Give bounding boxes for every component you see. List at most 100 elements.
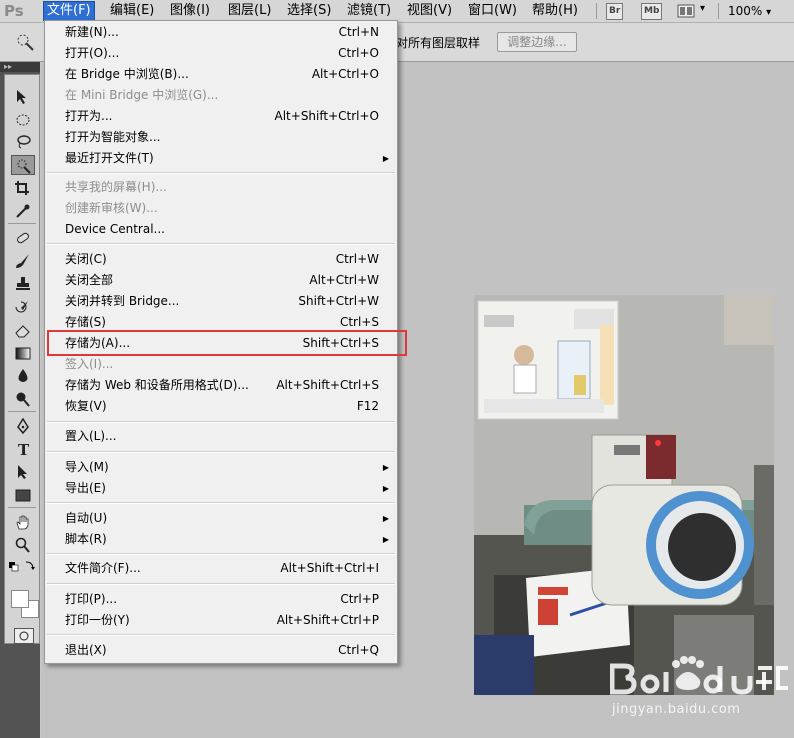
menu-separator	[47, 172, 395, 174]
healing-brush-tool[interactable]	[11, 228, 35, 248]
submenu-arrow-icon: ▶	[382, 154, 389, 163]
menu-filter[interactable]: 滤镜(T)	[344, 2, 394, 20]
tools-container: T	[4, 74, 40, 644]
tool-divider	[8, 507, 36, 508]
pen-tool[interactable]	[11, 416, 35, 436]
menu-item-label: 置入(L)...	[65, 429, 117, 443]
dodge-tool[interactable]	[11, 389, 35, 409]
gradient-tool[interactable]	[11, 343, 35, 363]
photoshop-logo: Ps	[4, 2, 24, 20]
marquee-tool[interactable]	[11, 110, 35, 130]
eyedropper-tool[interactable]	[11, 201, 35, 221]
clone-stamp-tool[interactable]	[11, 274, 35, 294]
menu-item-file-info[interactable]: 文件简介(F)... Alt+Shift+Ctrl+I	[45, 558, 397, 579]
menu-item-close-go-bridge[interactable]: 关闭并转到 Bridge... Shift+Ctrl+W	[45, 291, 397, 312]
rectangle-shape-icon	[15, 489, 31, 502]
menu-file[interactable]: 文件(F)	[43, 1, 95, 21]
mini-bridge-button[interactable]: Mb	[641, 3, 663, 20]
menu-item-label: 最近打开文件(T)	[65, 151, 154, 165]
menu-item-shortcut: F12	[356, 399, 379, 413]
menu-item-label: 签入(I)...	[65, 357, 114, 371]
menu-image[interactable]: 图像(I)	[167, 2, 213, 20]
menu-item-label: 在 Bridge 中浏览(B)...	[65, 67, 189, 81]
menu-select[interactable]: 选择(S)	[284, 2, 334, 20]
eraser-tool[interactable]	[11, 320, 35, 340]
color-swap-controls[interactable]	[7, 560, 37, 574]
arrange-documents-icon	[677, 4, 695, 18]
quick-selection-tool-preset[interactable]	[14, 31, 36, 53]
history-brush-icon	[15, 301, 28, 313]
save-as-highlight-box	[47, 330, 407, 356]
default-colors-icon	[9, 561, 35, 572]
document-image	[474, 295, 774, 695]
menu-item-open-recent[interactable]: 最近打开文件(T) ▶	[45, 148, 397, 169]
sample-all-layers-label[interactable]: 对所有图层取样	[396, 34, 480, 51]
menu-item-place[interactable]: 置入(L)...	[45, 426, 397, 447]
menu-layer[interactable]: 图层(L)	[225, 2, 274, 20]
tools-panel-collapse[interactable]: ▸▸	[0, 62, 40, 72]
baidu-logo	[609, 656, 788, 695]
menu-item-print[interactable]: 打印(P)... Ctrl+P	[45, 589, 397, 610]
menu-item-new[interactable]: 新建(N)... Ctrl+N	[45, 22, 397, 43]
menu-item-close-all[interactable]: 关闭全部 Alt+Ctrl+W	[45, 270, 397, 291]
crop-tool[interactable]	[11, 178, 35, 198]
menu-item-browse-bridge[interactable]: 在 Bridge 中浏览(B)... Alt+Ctrl+O	[45, 64, 397, 85]
foreground-color-swatch[interactable]	[11, 590, 29, 608]
menu-item-label: 打印一份(Y)	[65, 613, 130, 627]
quick-mask-button[interactable]	[14, 628, 34, 644]
menu-window[interactable]: 窗口(W)	[465, 2, 520, 20]
menu-item-shortcut: Ctrl+P	[340, 592, 379, 606]
menu-item-label: 恢复(V)	[65, 399, 107, 413]
zoom-level[interactable]: 100% ▾	[728, 2, 771, 20]
zoom-tool[interactable]	[11, 535, 35, 555]
menu-help[interactable]: 帮助(H)	[529, 2, 581, 20]
menu-edit[interactable]: 编辑(E)	[107, 2, 157, 20]
menu-item-label: Device Central...	[65, 222, 165, 236]
menubar-separator	[596, 3, 597, 19]
menu-item-print-one[interactable]: 打印一份(Y) Alt+Shift+Ctrl+P	[45, 610, 397, 631]
menu-item-save-for-web[interactable]: 存储为 Web 和设备所用格式(D)... Alt+Shift+Ctrl+S	[45, 375, 397, 396]
menubar-separator	[718, 3, 719, 19]
bridge-button[interactable]: Br	[606, 3, 624, 20]
menu-item-scripts[interactable]: 脚本(R) ▶	[45, 529, 397, 550]
brush-tool[interactable]	[11, 251, 35, 271]
menu-item-shortcut: Ctrl+W	[335, 252, 379, 266]
menu-view[interactable]: 视图(V)	[404, 2, 455, 20]
menu-item-open[interactable]: 打开(O)... Ctrl+O	[45, 43, 397, 64]
quick-selection-tool[interactable]	[11, 155, 35, 175]
menu-item-device-central[interactable]: Device Central...	[45, 219, 397, 240]
baidu-watermark	[609, 650, 790, 730]
dodge-icon	[16, 392, 30, 407]
shape-tool[interactable]	[11, 485, 35, 505]
menu-item-revert[interactable]: 恢复(V) F12	[45, 396, 397, 417]
menu-item-open-as[interactable]: 打开为... Alt+Shift+Ctrl+O	[45, 106, 397, 127]
menu-item-exit[interactable]: 退出(X) Ctrl+Q	[45, 640, 397, 661]
menu-item-create-review: 创建新审核(W)...	[45, 198, 397, 219]
lasso-tool[interactable]	[11, 132, 35, 152]
drop-icon	[18, 369, 28, 382]
type-tool[interactable]: T	[11, 439, 35, 459]
quick-mask-icon	[19, 631, 29, 641]
menu-item-open-smart-object[interactable]: 打开为智能对象...	[45, 127, 397, 148]
arrange-dropdown-icon[interactable]: ▾	[700, 3, 705, 14]
arrange-documents-button[interactable]	[677, 3, 695, 18]
move-tool[interactable]	[11, 87, 35, 107]
menu-item-label: 共享我的屏幕(H)...	[65, 180, 167, 194]
path-selection-tool[interactable]	[11, 462, 35, 482]
menu-item-shortcut: Alt+Ctrl+O	[311, 67, 379, 81]
menu-separator	[47, 421, 395, 423]
menu-item-import[interactable]: 导入(M) ▶	[45, 457, 397, 478]
menu-item-close[interactable]: 关闭(C) Ctrl+W	[45, 249, 397, 270]
menu-item-automate[interactable]: 自动(U) ▶	[45, 508, 397, 529]
history-brush-tool[interactable]	[11, 297, 35, 317]
eraser-icon	[15, 325, 30, 338]
menu-item-label: 关闭并转到 Bridge...	[65, 294, 180, 308]
menu-item-export[interactable]: 导出(E) ▶	[45, 478, 397, 499]
tools-panel: ▸▸ T	[0, 62, 40, 738]
hand-icon	[16, 515, 29, 530]
hand-tool[interactable]	[11, 512, 35, 532]
refine-edge-button[interactable]: 调整边缘...	[497, 32, 577, 52]
path-selection-icon	[18, 465, 27, 479]
menu-item-browse-mini-bridge: 在 Mini Bridge 中浏览(G)...	[45, 85, 397, 106]
blur-tool[interactable]	[11, 366, 35, 386]
